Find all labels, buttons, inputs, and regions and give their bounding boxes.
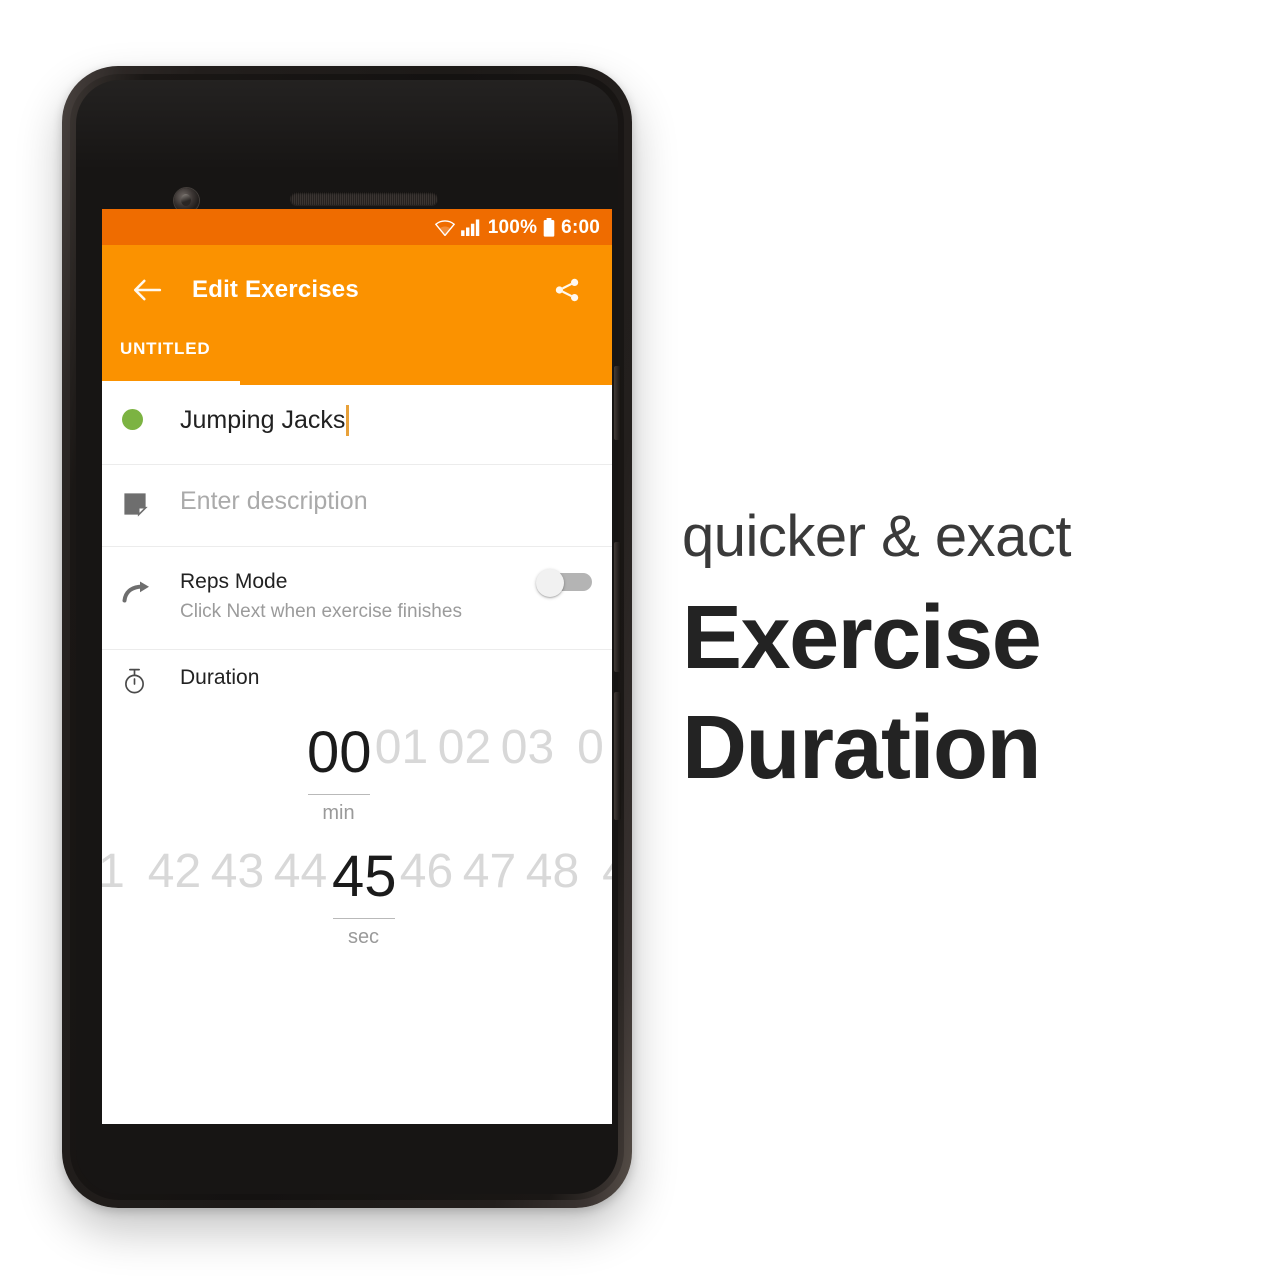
duration-title: Duration <box>180 666 260 689</box>
duration-picker[interactable]: 00 min 010203 0 1 42434445 sec 4647484 <box>102 710 612 966</box>
cellular-signal-icon <box>460 218 482 236</box>
wheel-number: 42 <box>147 848 202 898</box>
sec-item[interactable]: 47 <box>458 848 521 896</box>
sec-item[interactable]: 1 <box>102 848 143 896</box>
wheel-selection-rule <box>332 918 395 919</box>
text-cursor <box>346 405 350 436</box>
wheel-selection-rule <box>307 794 370 795</box>
phone-screen: 100% 6:00 Edit Exercises UNTITLED Jumpin… <box>102 209 612 1124</box>
minutes-wheel-track[interactable]: 00 min 01 02 03 0 <box>307 724 612 823</box>
green-dot-icon <box>122 385 178 430</box>
tab-untitled[interactable]: UNTITLED <box>120 335 210 385</box>
min-item[interactable]: 02 <box>433 724 496 772</box>
marketing-headline-line2: Duration <box>682 697 1041 798</box>
wheel-number: 02 <box>437 724 492 774</box>
min-item-selected[interactable]: 00 min <box>307 724 372 824</box>
wheel-number: 43 <box>210 848 265 898</box>
tab-untitled-label: UNTITLED <box>120 339 211 358</box>
marketing-copy: quicker & exact Exercise Duration <box>682 508 1202 804</box>
sec-item[interactable]: 43 <box>206 848 269 896</box>
tab-bar: UNTITLED <box>102 335 612 385</box>
sec-item[interactable]: 42 <box>143 848 206 896</box>
note-icon <box>122 465 178 517</box>
redo-arrow-icon <box>122 547 178 605</box>
minutes-wheel[interactable]: 00 min 01 02 03 0 <box>102 724 612 842</box>
reps-mode-text: Reps Mode Click Next when exercise finis… <box>178 547 592 625</box>
seconds-wheel[interactable]: 1 42434445 sec 4647484 <box>102 848 612 966</box>
marketing-headline-line1: Exercise <box>682 588 1042 688</box>
side-button-volume-up[interactable] <box>614 542 621 672</box>
wheel-number: 1 <box>102 848 125 898</box>
marketing-lead: quicker & exact <box>682 504 1072 569</box>
app-bar: Edit Exercises UNTITLED <box>102 245 612 385</box>
edit-exercise-form: Jumping Jacks Enter description Reps Mod… <box>102 385 612 966</box>
phone-front-face: 100% 6:00 Edit Exercises UNTITLED Jumpin… <box>76 80 621 1194</box>
sec-item[interactable]: 4 <box>584 848 612 896</box>
screenshot-canvas: 100% 6:00 Edit Exercises UNTITLED Jumpin… <box>0 0 1280 1280</box>
phone-device: 100% 6:00 Edit Exercises UNTITLED Jumpin… <box>62 66 632 1208</box>
reps-mode-subtitle: Click Next when exercise finishes <box>180 601 462 623</box>
status-bar: 100% 6:00 <box>102 209 612 245</box>
share-icon[interactable] <box>544 267 590 313</box>
wheel-number: 46 <box>399 848 454 898</box>
back-arrow-icon[interactable] <box>124 267 170 313</box>
sec-item[interactable]: 48 <box>521 848 584 896</box>
wheel-number: 45 <box>332 848 397 909</box>
description-input-placeholder[interactable]: Enter description <box>180 487 368 515</box>
side-button-top[interactable] <box>614 366 621 440</box>
min-item[interactable]: 03 <box>496 724 559 772</box>
wheel-number: 4 <box>584 848 612 896</box>
phone-frame-inner: 100% 6:00 Edit Exercises UNTITLED Jumpin… <box>70 74 624 1200</box>
side-button-volume-down[interactable] <box>614 692 621 820</box>
wheel-number: 01 <box>374 724 429 774</box>
reps-mode-row[interactable]: Reps Mode Click Next when exercise finis… <box>102 547 612 649</box>
bezel-gloss <box>76 80 618 210</box>
battery-percent-label: 100% <box>487 216 538 238</box>
sec-item[interactable]: 46 <box>395 848 458 896</box>
app-bar-row: Edit Exercises <box>102 245 612 335</box>
wheel-number: 47 <box>462 848 517 898</box>
toggle-thumb <box>536 569 564 597</box>
wheel-number: 0 <box>577 724 604 774</box>
wheel-unit-label: sec <box>347 926 380 948</box>
duration-row[interactable]: Duration <box>102 650 612 710</box>
wheel-number: 44 <box>273 848 328 898</box>
stopwatch-icon <box>122 650 178 695</box>
marketing-headline: Exercise Duration <box>682 584 1202 804</box>
sec-item[interactable]: 44 <box>269 848 332 896</box>
description-field-wrap[interactable]: Enter description <box>178 465 592 516</box>
min-item[interactable]: 01 <box>370 724 433 772</box>
seconds-wheel-track[interactable]: 1 42434445 sec 4647484 <box>102 848 612 947</box>
battery-full-icon <box>543 217 555 237</box>
exercise-name-value: Jumping Jacks <box>180 405 346 434</box>
wheel-unit-label: min <box>322 802 355 824</box>
duration-text: Duration <box>178 650 592 691</box>
page-title: Edit Exercises <box>192 276 359 303</box>
sec-item-selected[interactable]: 45 sec <box>332 848 397 948</box>
wheel-number: 00 <box>307 724 372 785</box>
description-row[interactable]: Enter description <box>102 465 612 546</box>
reps-mode-toggle[interactable] <box>536 569 592 597</box>
exercise-name-field-wrap[interactable]: Jumping Jacks <box>178 385 592 436</box>
min-item[interactable]: 0 <box>559 724 612 772</box>
status-bar-clock: 6:00 <box>561 216 600 238</box>
wheel-number: 03 <box>500 724 555 774</box>
exercise-name-row[interactable]: Jumping Jacks <box>102 385 612 464</box>
reps-mode-title: Reps Mode <box>180 570 288 593</box>
exercise-name-input[interactable]: Jumping Jacks <box>180 405 350 436</box>
wifi-icon <box>434 219 455 236</box>
earpiece-speaker-icon <box>290 192 438 205</box>
wheel-number: 48 <box>525 848 580 898</box>
